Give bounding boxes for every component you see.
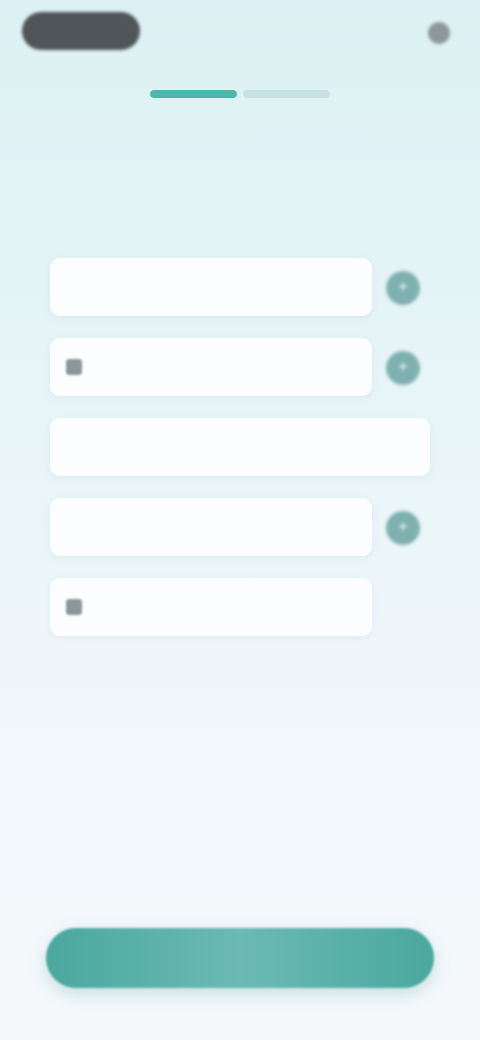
form-row-2: + [50, 338, 430, 400]
progress-steps [150, 90, 330, 98]
form: + + + [50, 258, 430, 658]
field-4-add-button[interactable]: + [386, 511, 420, 545]
flag-icon [66, 599, 82, 615]
form-row-5 [50, 578, 430, 640]
form-row-4: + [50, 498, 430, 560]
top-right-action[interactable] [420, 22, 450, 44]
field-2-input[interactable] [50, 338, 372, 396]
field-5-input[interactable] [50, 578, 372, 636]
add-icon: + [398, 359, 408, 376]
flag-icon [66, 359, 82, 375]
back-button[interactable] [22, 12, 140, 50]
field-2-add-button[interactable]: + [386, 351, 420, 385]
form-row-1: + [50, 258, 430, 320]
progress-step-2 [243, 90, 330, 98]
top-bar [0, 0, 480, 70]
continue-button[interactable] [46, 928, 434, 988]
field-4-input[interactable] [50, 498, 372, 556]
field-3-input[interactable] [50, 418, 430, 476]
add-icon: + [398, 279, 408, 296]
add-icon: + [398, 519, 408, 536]
avatar [428, 22, 450, 44]
field-1-input[interactable] [50, 258, 372, 316]
field-1-add-button[interactable]: + [386, 271, 420, 305]
progress-step-1 [150, 90, 237, 98]
form-row-3 [50, 418, 430, 480]
